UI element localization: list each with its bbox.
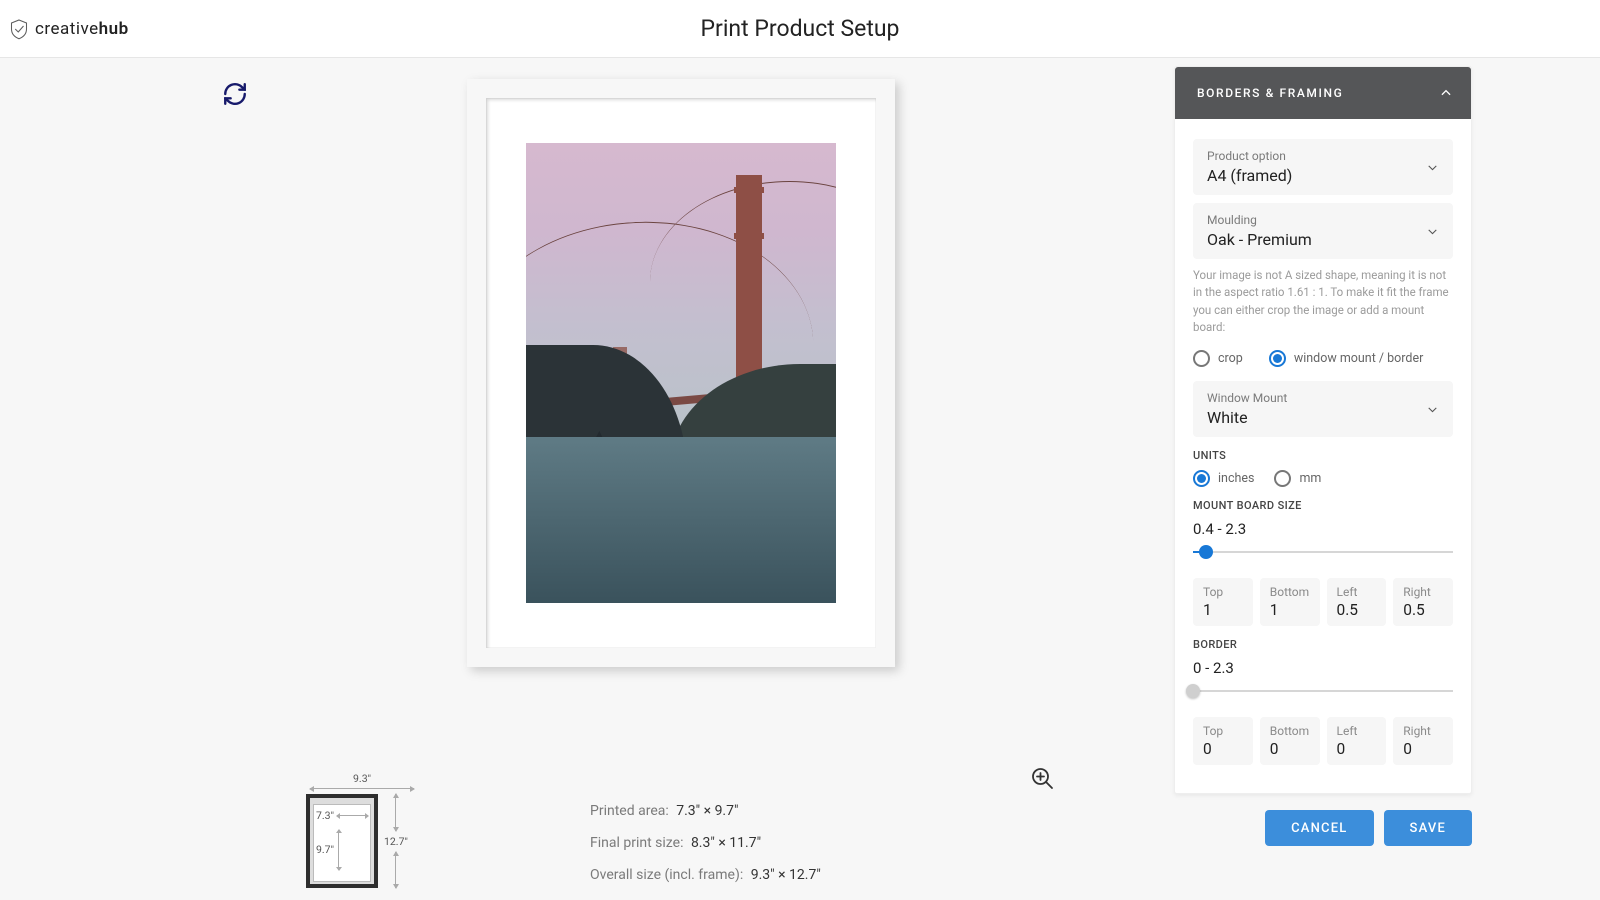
- units-inches[interactable]: inches: [1193, 470, 1254, 487]
- product-option-label: Product option: [1207, 149, 1292, 163]
- chevron-up-icon: [1439, 86, 1453, 100]
- mount-board-values: Top1 Bottom1 Left0.5 Right0.5: [1193, 578, 1453, 626]
- mount-top-input[interactable]: Top1: [1193, 578, 1253, 626]
- border-range: 0 - 2.3: [1193, 659, 1453, 677]
- refresh-button[interactable]: [222, 81, 248, 111]
- radio-icon: [1274, 470, 1291, 487]
- mm-label: mm: [1299, 471, 1321, 486]
- panel-title: BORDERS & FRAMING: [1197, 86, 1343, 100]
- final-print-label: Final print size: [590, 835, 680, 851]
- border-right-input[interactable]: Right0: [1393, 717, 1453, 765]
- overall-size-value: 9.3" × 12.7": [751, 867, 821, 883]
- borders-framing-panel: BORDERS & FRAMING Product option A4 (fra…: [1174, 66, 1472, 794]
- brand-text-bold: hub: [99, 19, 129, 39]
- radio-icon: [1193, 470, 1210, 487]
- crop-label: crop: [1218, 351, 1243, 366]
- chevron-down-icon: [1426, 403, 1439, 416]
- mount-left-input[interactable]: Left0.5: [1327, 578, 1387, 626]
- main-area: 9.3" 7.3" 9.7": [0, 58, 1600, 900]
- frame-mat: [486, 98, 876, 648]
- zoom-in-button[interactable]: [1030, 766, 1054, 794]
- mount-bottom-input[interactable]: Bottom1: [1260, 578, 1320, 626]
- brand-logo: creativehub: [0, 18, 129, 40]
- border-left-input[interactable]: Left0: [1327, 717, 1387, 765]
- dimension-diagram: 9.3" 7.3" 9.7": [306, 772, 418, 888]
- frame-preview: [467, 79, 895, 667]
- product-option-select[interactable]: Product option A4 (framed): [1193, 139, 1453, 195]
- units-group: inches mm: [1193, 470, 1453, 487]
- border-slider[interactable]: [1193, 681, 1453, 701]
- fit-option-group: crop window mount / border: [1193, 350, 1453, 367]
- printed-area-label: Printed area: [590, 803, 665, 819]
- app-header: creativehub Print Product Setup: [0, 0, 1600, 58]
- zoom-in-icon: [1030, 766, 1054, 790]
- chevron-down-icon: [1426, 161, 1439, 174]
- shield-icon: [10, 18, 28, 40]
- printed-area-value: 7.3" × 9.7": [676, 803, 738, 819]
- aspect-ratio-help: Your image is not A sized shape, meaning…: [1193, 267, 1453, 336]
- product-option-value: A4 (framed): [1207, 166, 1292, 185]
- window-mount-label: Window Mount: [1207, 391, 1287, 405]
- moulding-value: Oak - Premium: [1207, 230, 1312, 249]
- diagram-inner-height: 9.7": [316, 843, 334, 856]
- cancel-button[interactable]: CANCEL: [1265, 810, 1373, 846]
- moulding-label: Moulding: [1207, 213, 1312, 227]
- mount-board-label: MOUNT BOARD SIZE: [1193, 499, 1453, 512]
- fit-option-mount[interactable]: window mount / border: [1269, 350, 1424, 367]
- border-label: BORDER: [1193, 638, 1453, 651]
- preview-canvas: 9.3" 7.3" 9.7": [0, 58, 1174, 900]
- fit-option-crop[interactable]: crop: [1193, 350, 1243, 367]
- diagram-outer-width: 9.3": [306, 772, 418, 785]
- border-values: Top0 Bottom0 Left0 Right0: [1193, 717, 1453, 765]
- brand-text-light: creative: [35, 19, 99, 39]
- window-mount-select[interactable]: Window Mount White: [1193, 381, 1453, 437]
- page-title: Print Product Setup: [701, 15, 900, 42]
- final-print-value: 8.3" × 11.7": [691, 835, 761, 851]
- action-buttons: CANCEL SAVE: [1174, 810, 1472, 846]
- mount-label: window mount / border: [1294, 351, 1424, 366]
- save-button[interactable]: SAVE: [1384, 810, 1473, 846]
- radio-icon: [1193, 350, 1210, 367]
- panel-header[interactable]: BORDERS & FRAMING: [1175, 67, 1471, 119]
- mount-board-range: 0.4 - 2.3: [1193, 520, 1453, 538]
- radio-icon: [1269, 350, 1286, 367]
- units-mm[interactable]: mm: [1274, 470, 1321, 487]
- dimension-readout: Printed area: 7.3" × 9.7" Final print si…: [590, 795, 821, 892]
- inches-label: inches: [1218, 471, 1254, 486]
- overall-size-label: Overall size (incl. frame): [590, 867, 740, 883]
- border-bottom-input[interactable]: Bottom0: [1260, 717, 1320, 765]
- window-mount-value: White: [1207, 408, 1287, 427]
- mount-board-slider[interactable]: [1193, 542, 1453, 562]
- diagram-inner-width: 7.3": [316, 809, 334, 822]
- mount-right-input[interactable]: Right0.5: [1393, 578, 1453, 626]
- frame-photo: [526, 143, 836, 603]
- settings-sidebar: BORDERS & FRAMING Product option A4 (fra…: [1174, 58, 1472, 900]
- moulding-select[interactable]: Moulding Oak - Premium: [1193, 203, 1453, 259]
- chevron-down-icon: [1426, 225, 1439, 238]
- refresh-icon: [222, 81, 248, 107]
- diagram-outer-height: 12.7": [384, 835, 408, 848]
- border-top-input[interactable]: Top0: [1193, 717, 1253, 765]
- units-label: UNITS: [1193, 449, 1453, 462]
